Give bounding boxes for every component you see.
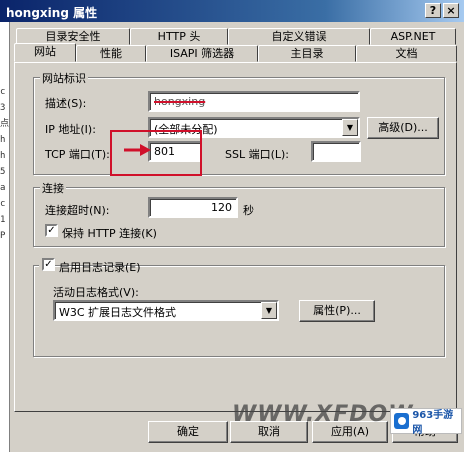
logo-icon <box>394 413 410 429</box>
site-logo: 963手游网 <box>390 408 462 436</box>
watermark-text: WWW.XFDOW <box>232 402 414 427</box>
annotation-arrow-icon <box>124 144 151 156</box>
logo-text: 963手游网 <box>412 410 454 436</box>
